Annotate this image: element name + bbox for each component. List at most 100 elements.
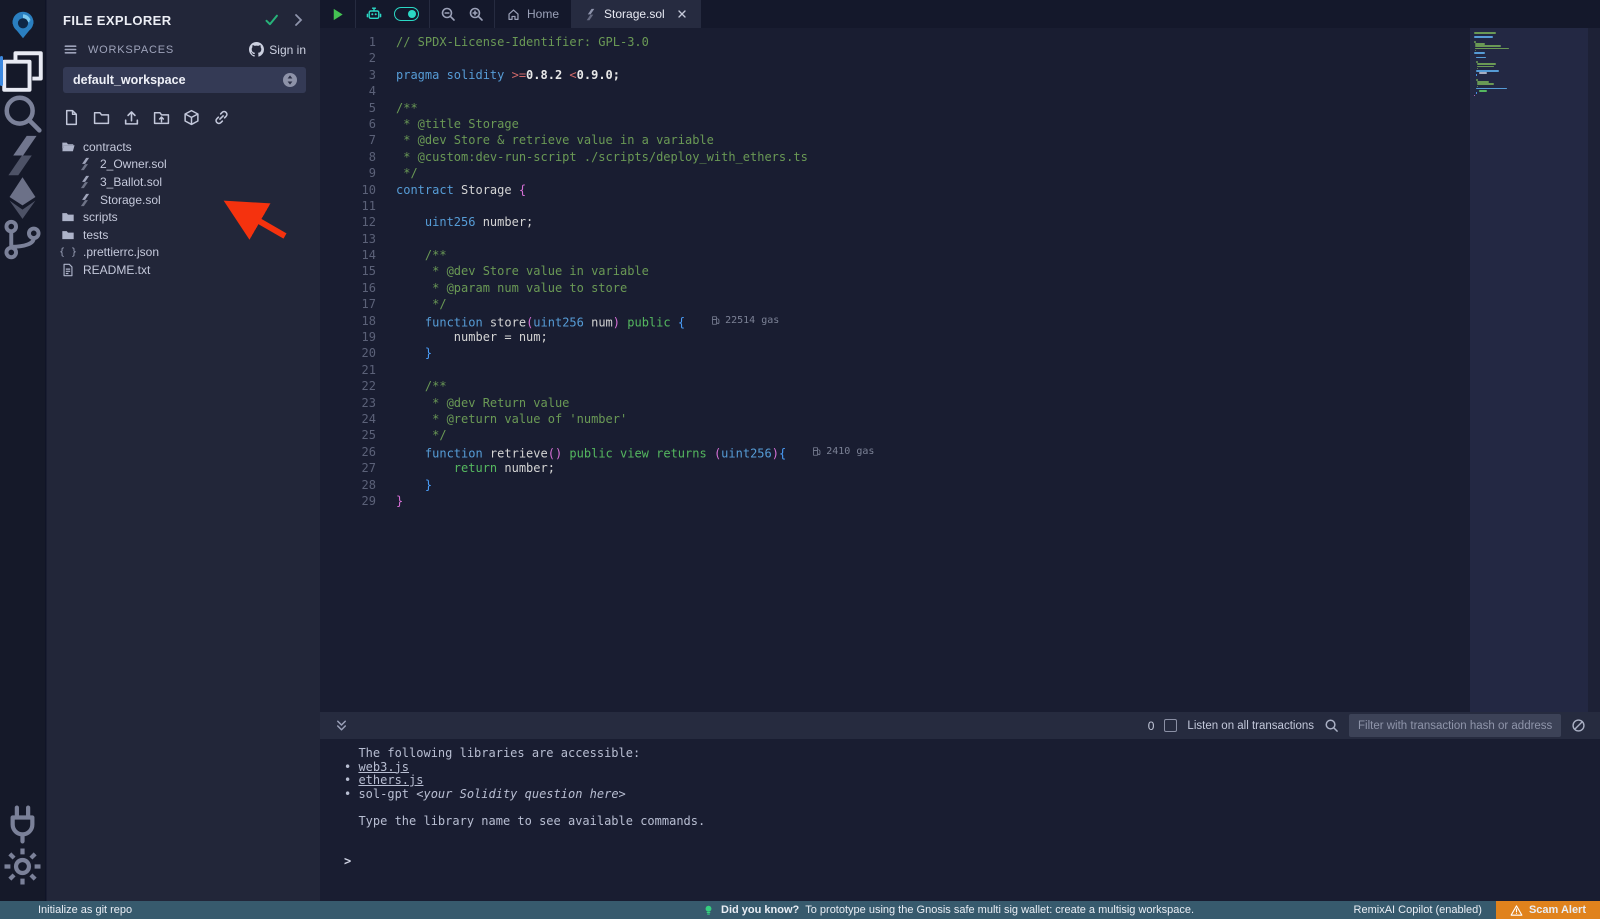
copilot-status[interactable]: RemixAI Copilot (enabled) xyxy=(1354,904,1482,916)
tree-item-Storage.sol[interactable]: Storage.sol xyxy=(47,191,320,209)
line-number: 22 xyxy=(320,378,376,394)
library-link[interactable]: ethers.js xyxy=(358,773,423,787)
tree-item-label: Storage.sol xyxy=(100,193,161,207)
transaction-filter-input[interactable] xyxy=(1349,714,1561,737)
home-icon xyxy=(507,8,520,21)
upload-folder-icon[interactable] xyxy=(153,109,170,126)
gas-estimate-badge: 2410 gas xyxy=(812,444,874,460)
rail-item-remix-logo[interactable] xyxy=(0,0,45,50)
code-line-2: 2 xyxy=(320,50,1470,66)
code-line-24: 24 * @return value of 'number' xyxy=(320,411,1470,427)
terminal-output[interactable]: The following libraries are accessible: •… xyxy=(320,739,1600,901)
chevron-right-icon[interactable] xyxy=(290,12,306,28)
scam-alert-label: Scam Alert xyxy=(1529,904,1586,916)
zoom-in-icon[interactable] xyxy=(468,6,484,22)
rail-item-file-explorer[interactable] xyxy=(0,50,45,92)
minimap[interactable] xyxy=(1470,28,1588,712)
terminal-text: • sol-gpt xyxy=(344,787,416,801)
terminal-collapse-icon[interactable] xyxy=(334,718,349,733)
remix-ide-window: FILE EXPLORER WORKSPACES Sign in default… xyxy=(0,0,1600,919)
tree-item-.prettierrc.json[interactable]: { }.prettierrc.json xyxy=(47,244,320,262)
rail-item-solidity-compiler[interactable] xyxy=(0,134,45,176)
terminal-text: Type the library name to see available c… xyxy=(344,814,705,828)
link-icon[interactable] xyxy=(213,109,230,126)
run-script-button[interactable] xyxy=(330,7,345,22)
ai-robot-icon[interactable] xyxy=(366,6,382,22)
terminal-text: • xyxy=(344,773,358,787)
tree-item-3_Ballot.sol[interactable]: 3_Ballot.sol xyxy=(47,173,320,191)
terminal-line: • sol-gpt <your Solidity question here> xyxy=(344,788,1600,802)
code-line-9: 9 */ xyxy=(320,165,1470,181)
github-icon xyxy=(249,42,264,57)
workspace-select[interactable]: default_workspace xyxy=(63,67,306,93)
tree-item-2_Owner.sol[interactable]: 2_Owner.sol xyxy=(47,156,320,174)
rail-item-plugin-manager[interactable] xyxy=(0,803,45,845)
code-line-16: 16 * @param num value to store xyxy=(320,280,1470,296)
warning-icon xyxy=(1510,904,1523,917)
library-link[interactable]: web3.js xyxy=(358,760,409,774)
terminal-text: <your Solidity question here> xyxy=(416,787,626,801)
line-number: 9 xyxy=(320,165,376,181)
code-editor[interactable]: 1// SPDX-License-Identifier: GPL-3.023pr… xyxy=(320,28,1600,712)
line-number: 17 xyxy=(320,296,376,312)
plugin-manager-icon xyxy=(0,802,45,847)
code-line-10: 10contract Storage { xyxy=(320,182,1470,198)
rail-item-deploy-run[interactable] xyxy=(0,176,45,218)
code-line-25: 25 */ xyxy=(320,427,1470,443)
search-icon[interactable] xyxy=(1324,718,1339,733)
line-number: 12 xyxy=(320,214,376,230)
tab-Storage.sol[interactable]: Storage.sol xyxy=(572,0,701,28)
workspaces-label: WORKSPACES xyxy=(88,44,249,56)
zoom-out-icon[interactable] xyxy=(440,6,456,22)
rail-item-settings[interactable] xyxy=(0,845,45,887)
tab-label: Storage.sol xyxy=(604,7,665,21)
listen-checkbox[interactable] xyxy=(1164,719,1177,732)
line-number: 28 xyxy=(320,477,376,493)
upload-file-icon[interactable] xyxy=(123,109,140,126)
gas-estimate-badge: 22514 gas xyxy=(711,313,779,329)
git-init-button[interactable]: Initialize as git repo xyxy=(0,904,132,916)
clear-console-icon[interactable] xyxy=(1571,718,1586,733)
tree-item-contracts[interactable]: contracts xyxy=(47,138,320,156)
code-line-28: 28 } xyxy=(320,477,1470,493)
solidity-icon xyxy=(78,193,92,207)
code-line-4: 4 xyxy=(320,83,1470,99)
solidity-compiler-icon xyxy=(0,133,45,178)
rail-item-git[interactable] xyxy=(0,218,45,260)
sign-in-label: Sign in xyxy=(269,43,306,57)
code-line-12: 12 uint256 number; xyxy=(320,214,1470,230)
scam-alert-button[interactable]: Scam Alert xyxy=(1496,901,1600,919)
terminal-prompt[interactable]: > xyxy=(344,855,1600,869)
tab-Home[interactable]: Home xyxy=(495,0,572,28)
file-explorer-header: FILE EXPLORER xyxy=(47,0,320,34)
sign-in-button[interactable]: Sign in xyxy=(249,42,306,57)
terminal-text: The following libraries are accessible: xyxy=(344,746,640,760)
code-line-8: 8 * @custom:dev-run-script ./scripts/dep… xyxy=(320,149,1470,165)
line-number: 6 xyxy=(320,116,376,132)
code-line-1: 1// SPDX-License-Identifier: GPL-3.0 xyxy=(320,34,1470,50)
line-number: 27 xyxy=(320,460,376,476)
code-line-13: 13 xyxy=(320,231,1470,247)
rail-item-search[interactable] xyxy=(0,92,45,134)
code-line-11: 11 xyxy=(320,198,1470,214)
tree-item-tests[interactable]: tests xyxy=(47,226,320,244)
code-line-27: 27 return number; xyxy=(320,460,1470,476)
listen-label: Listen on all transactions xyxy=(1187,720,1314,732)
terminal-line: The following libraries are accessible: xyxy=(344,747,1600,761)
code-lines: 1// SPDX-License-Identifier: GPL-3.023pr… xyxy=(320,34,1470,509)
new-file-icon[interactable] xyxy=(63,109,80,126)
close-icon[interactable] xyxy=(676,8,688,20)
code-line-7: 7 * @dev Store & retrieve value in a var… xyxy=(320,132,1470,148)
copilot-toggle[interactable] xyxy=(394,7,419,21)
new-folder-icon[interactable] xyxy=(93,109,110,126)
cube-icon[interactable] xyxy=(183,109,200,126)
hamburger-menu-icon[interactable] xyxy=(63,42,78,57)
transaction-count: 0 xyxy=(1148,719,1155,733)
folder-icon xyxy=(61,210,75,224)
tree-item-README.txt[interactable]: README.txt xyxy=(47,261,320,279)
tree-item-scripts[interactable]: scripts xyxy=(47,208,320,226)
line-number: 16 xyxy=(320,280,376,296)
tree-item-label: 2_Owner.sol xyxy=(100,157,167,171)
editor-scrollbar[interactable] xyxy=(1588,28,1600,712)
tip-title: Did you know? xyxy=(721,904,799,916)
